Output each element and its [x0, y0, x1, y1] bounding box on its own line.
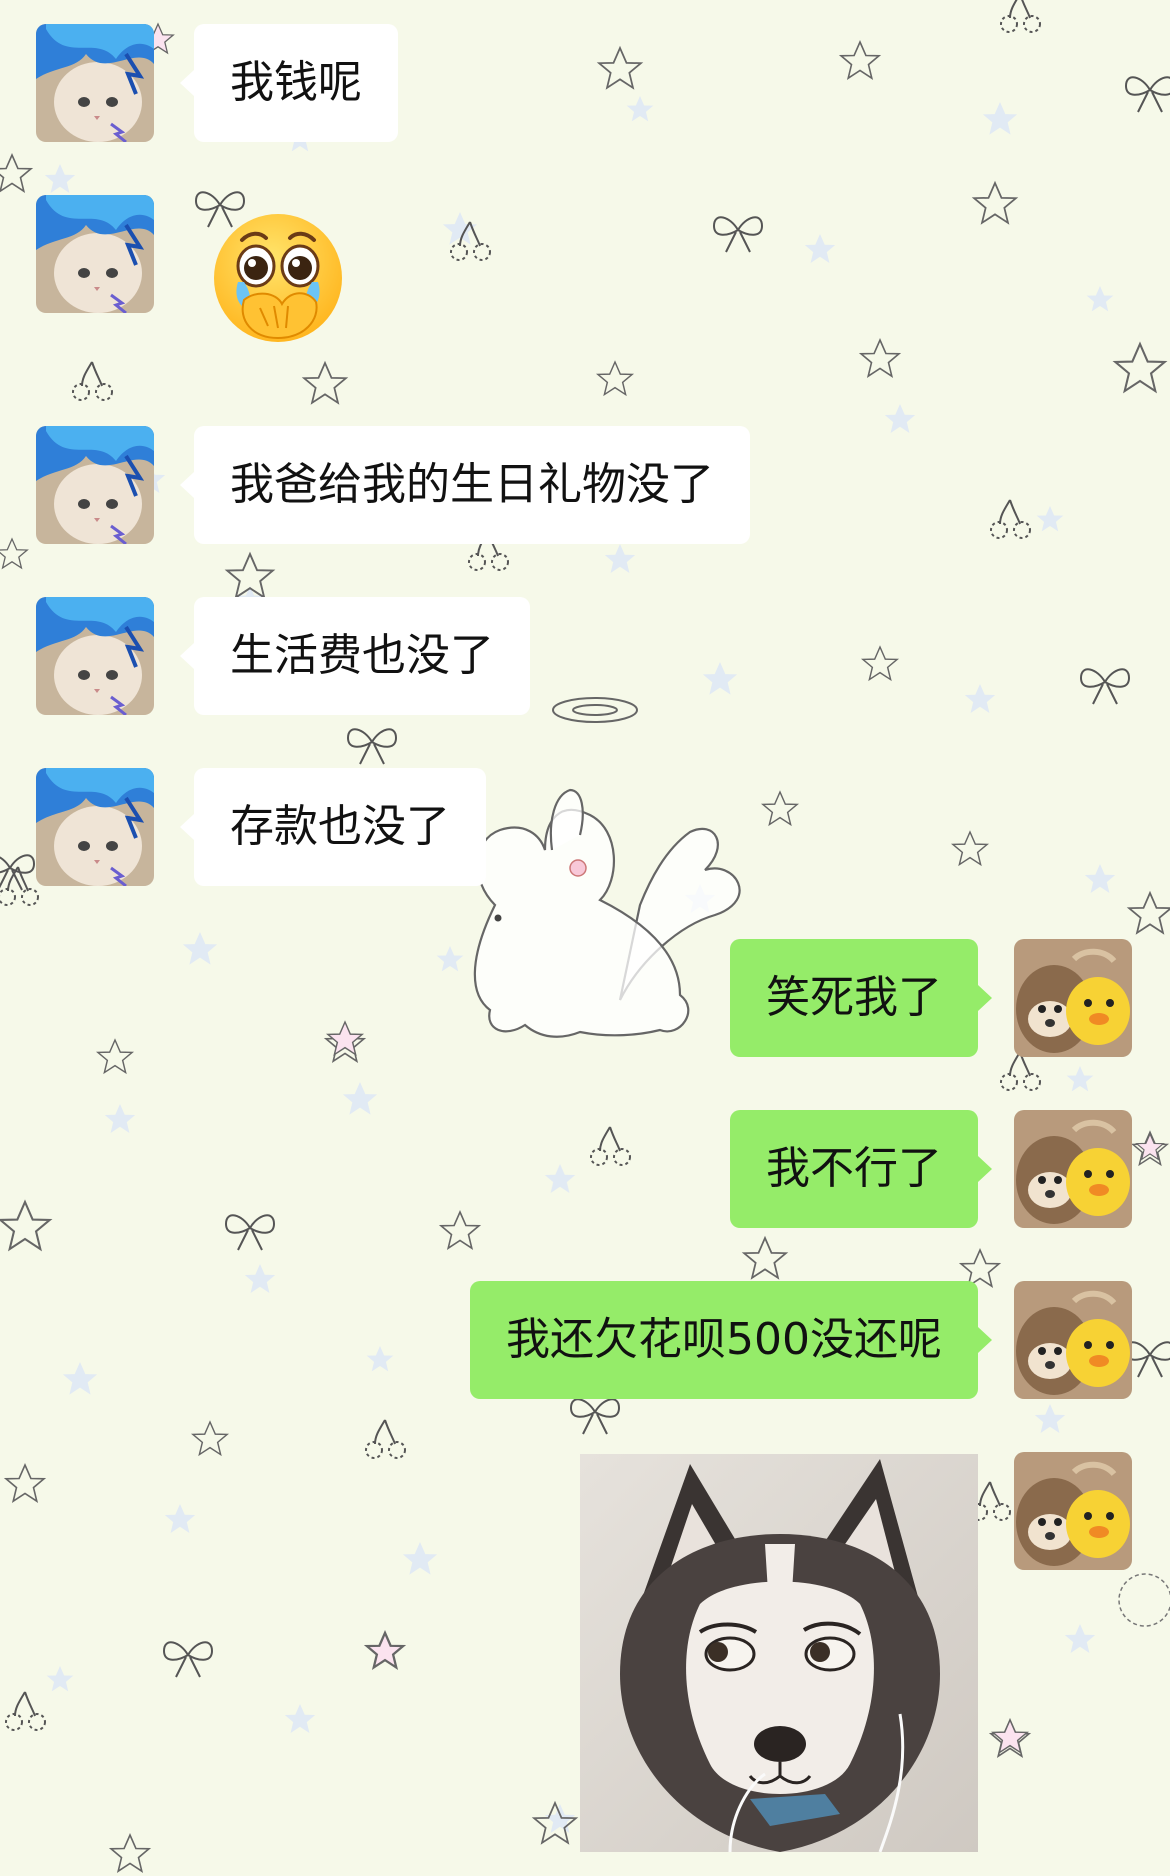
crying-face-emoji-icon: [214, 214, 342, 342]
plush-bear-and-chick-avatar-icon: [1014, 1281, 1132, 1399]
incoming-text-bubble[interactable]: 生活费也没了: [180, 597, 530, 715]
self-avatar[interactable]: [1014, 1281, 1132, 1399]
message-text: 我钱呢: [230, 57, 362, 108]
contact-avatar[interactable]: [36, 597, 154, 715]
plush-bear-and-chick-avatar-icon: [1014, 1110, 1132, 1228]
crying-face-emoji-sticker[interactable]: [204, 208, 352, 356]
side-eye-husky-dog-photo-icon: [580, 1454, 978, 1852]
cat-with-blue-hair-avatar-icon: [36, 768, 154, 886]
outgoing-text-bubble[interactable]: 我还欠花呗500没还呢: [470, 1281, 992, 1399]
plush-bear-and-chick-avatar-icon: [1014, 939, 1132, 1057]
message-text: 我爸给我的生日礼物没了: [230, 459, 714, 510]
message-text: 我还欠花呗500没还呢: [506, 1314, 942, 1365]
self-avatar[interactable]: [1014, 1452, 1132, 1570]
contact-avatar[interactable]: [36, 426, 154, 544]
cat-with-blue-hair-avatar-icon: [36, 597, 154, 715]
outgoing-text-bubble[interactable]: 笑死我了: [730, 939, 992, 1057]
message-text: 笑死我了: [766, 972, 942, 1023]
outgoing-text-bubble[interactable]: 我不行了: [730, 1110, 992, 1228]
message-text: 存款也没了: [230, 801, 450, 852]
message-text: 我不行了: [766, 1143, 942, 1194]
contact-avatar[interactable]: [36, 195, 154, 313]
incoming-text-bubble[interactable]: 我钱呢: [180, 24, 398, 142]
contact-avatar[interactable]: [36, 24, 154, 142]
self-avatar[interactable]: [1014, 939, 1132, 1057]
contact-avatar[interactable]: [36, 768, 154, 886]
cat-with-blue-hair-avatar-icon: [36, 24, 154, 142]
cat-with-blue-hair-avatar-icon: [36, 195, 154, 313]
message-text: 生活费也没了: [230, 630, 494, 681]
self-avatar[interactable]: [1014, 1110, 1132, 1228]
incoming-text-bubble[interactable]: 存款也没了: [180, 768, 486, 886]
plush-bear-and-chick-avatar-icon: [1014, 1452, 1132, 1570]
side-eye-husky-photo-message[interactable]: [580, 1454, 978, 1852]
incoming-text-bubble[interactable]: 我爸给我的生日礼物没了: [180, 426, 750, 544]
cat-with-blue-hair-avatar-icon: [36, 426, 154, 544]
